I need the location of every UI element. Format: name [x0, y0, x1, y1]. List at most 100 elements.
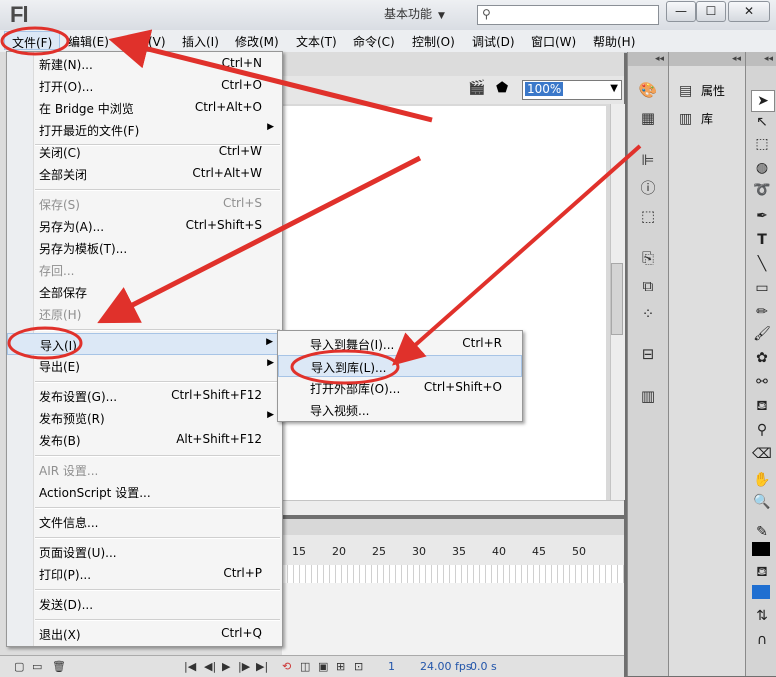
menu-debug[interactable]: 调试(D): [472, 33, 515, 50]
free-transform-tool-icon[interactable]: ⬚: [751, 134, 773, 154]
history-icon[interactable]: ⎘: [638, 248, 658, 268]
menu-control[interactable]: 控制(O): [412, 33, 455, 50]
menu-window[interactable]: 窗口(W): [531, 33, 576, 50]
close-button[interactable]: ✕: [728, 1, 770, 22]
menu-item-publish[interactable]: 发布(B) Alt+Shift+F12: [7, 429, 282, 451]
go-last-frame-icon[interactable]: ▶|: [256, 660, 268, 673]
workspace-switcher[interactable]: 基本功能 ▼: [384, 5, 460, 23]
menu-item-browse-bridge[interactable]: 在 Bridge 中浏览 Ctrl+Alt+O: [7, 97, 282, 119]
frame-rate[interactable]: 24.00 fps: [420, 660, 472, 673]
go-first-frame-icon[interactable]: |◀: [184, 660, 196, 673]
loop-icon[interactable]: ⟲: [282, 660, 291, 673]
eraser-tool-icon[interactable]: ⌫: [751, 444, 773, 464]
transform-icon[interactable]: ⬚: [638, 206, 658, 226]
menu-item-save-all[interactable]: 全部保存: [7, 281, 282, 303]
menu-item-save-as-template[interactable]: 另存为模板(T)...: [7, 237, 282, 259]
new-layer-icon[interactable]: ▢: [14, 660, 24, 673]
library-panel-tab[interactable]: ▥ 库: [679, 110, 713, 127]
submenu-item-import-to-stage[interactable]: 导入到舞台(I)... Ctrl+R: [278, 333, 522, 355]
menu-view[interactable]: 视图(V): [124, 33, 166, 50]
swap-colors-icon[interactable]: ⇅: [751, 606, 773, 626]
properties-panel-tab[interactable]: ▤ 属性: [679, 82, 725, 99]
maximize-button[interactable]: ☐: [696, 1, 726, 22]
step-forward-icon[interactable]: |▶: [238, 660, 250, 673]
onion-outline-icon[interactable]: ▣: [318, 660, 328, 673]
pen-tool-icon[interactable]: ✒: [751, 206, 773, 226]
menu-item-print[interactable]: 打印(P)... Ctrl+P: [7, 563, 282, 585]
zoom-tool-icon[interactable]: 🔍: [751, 492, 773, 512]
lasso-tool-icon[interactable]: ➰: [751, 180, 773, 200]
menu-item-open-recent[interactable]: 打开最近的文件(F) ▶: [7, 119, 282, 141]
edit-symbols-icon[interactable]: ⬟: [496, 80, 508, 96]
timeline-ruler[interactable]: 15 20 25 30 35 40 45 50: [282, 535, 624, 566]
deco-tool-icon[interactable]: ✿: [751, 348, 773, 368]
stroke-color-swatch[interactable]: [752, 542, 770, 556]
menu-item-export[interactable]: 导出(E) ▶: [7, 355, 282, 377]
menu-insert[interactable]: 插入(I): [182, 33, 219, 50]
3d-rotation-tool-icon[interactable]: ◍: [751, 158, 773, 178]
menu-item-new[interactable]: 新建(N)... Ctrl+N: [7, 53, 282, 75]
edit-multiple-icon[interactable]: ⊞: [336, 660, 345, 673]
search-input[interactable]: [498, 6, 652, 24]
menu-item-publish-preview[interactable]: 发布预览(R) ▶: [7, 407, 282, 429]
text-tool-icon[interactable]: T: [751, 230, 773, 250]
menu-item-page-setup[interactable]: 页面设置(U)...: [7, 541, 282, 563]
collapse-icon[interactable]: ◂◂: [628, 52, 668, 66]
collapse-icon[interactable]: ◂◂: [746, 52, 776, 66]
collapse-icon[interactable]: ◂◂: [669, 52, 745, 66]
submenu-item-import-to-library[interactable]: 导入到库(L)...: [278, 355, 522, 377]
hand-tool-icon[interactable]: ✋: [751, 470, 773, 490]
selection-tool-icon[interactable]: ➤: [751, 90, 775, 112]
zoom-select[interactable]: 100% ▼: [522, 80, 622, 100]
project-icon[interactable]: ⊟: [638, 344, 658, 364]
modify-markers-icon[interactable]: ⊡: [354, 660, 363, 673]
horizontal-scrollbar[interactable]: [282, 500, 624, 515]
fill-color-swatch[interactable]: [752, 585, 770, 599]
menu-item-send[interactable]: 发送(D)...: [7, 593, 282, 615]
menu-file-open[interactable]: 文件(F): [4, 31, 60, 50]
minimize-button[interactable]: —: [666, 1, 696, 22]
swatches-icon[interactable]: ▦: [638, 108, 658, 128]
stage[interactable]: [282, 106, 606, 500]
menu-help[interactable]: 帮助(H): [593, 33, 635, 50]
menu-item-close[interactable]: 关闭(C) Ctrl+W: [7, 141, 282, 163]
line-tool-icon[interactable]: ╲: [751, 254, 773, 274]
paint-bucket-tool-icon[interactable]: ⛾: [751, 396, 773, 416]
vertical-scroll-thumb[interactable]: [611, 263, 623, 335]
menu-item-close-all[interactable]: 全部关闭 Ctrl+Alt+W: [7, 163, 282, 185]
menu-item-open[interactable]: 打开(O)... Ctrl+O: [7, 75, 282, 97]
pencil-tool-icon[interactable]: ✏: [751, 302, 773, 322]
new-folder-icon[interactable]: ▭: [32, 660, 42, 673]
rectangle-tool-icon[interactable]: ▭: [751, 278, 773, 298]
submenu-item-open-external-library[interactable]: 打开外部库(O)... Ctrl+Shift+O: [278, 377, 522, 399]
snap-to-objects-icon[interactable]: ∩: [751, 630, 773, 650]
subselection-tool-icon[interactable]: ↖: [751, 112, 773, 132]
edit-scene-icon[interactable]: 🎬: [468, 80, 485, 96]
info-icon[interactable]: ⓘ: [638, 178, 658, 198]
library-icon[interactable]: ▥: [638, 386, 658, 406]
eyedropper-tool-icon[interactable]: ⚲: [751, 420, 773, 440]
motion-presets-icon[interactable]: ⁘: [638, 304, 658, 324]
brush-tool-icon[interactable]: 🖌: [751, 324, 773, 344]
menu-item-actionscript-settings[interactable]: ActionScript 设置...: [7, 481, 282, 503]
color-icon[interactable]: 🎨: [638, 80, 658, 100]
menu-edit[interactable]: 编辑(E): [68, 33, 109, 50]
play-icon[interactable]: ▶: [222, 660, 230, 673]
menu-commands[interactable]: 命令(C): [353, 33, 395, 50]
menu-item-file-info[interactable]: 文件信息...: [7, 511, 282, 533]
menu-item-publish-settings[interactable]: 发布设置(G)... Ctrl+Shift+F12: [7, 385, 282, 407]
delete-layer-icon[interactable]: 🗑: [52, 660, 66, 673]
menu-modify[interactable]: 修改(M): [235, 33, 279, 50]
bone-tool-icon[interactable]: ⚯: [751, 372, 773, 392]
menu-text[interactable]: 文本(T): [296, 33, 337, 50]
step-back-icon[interactable]: ◀|: [204, 660, 216, 673]
align-icon[interactable]: ⊫: [638, 150, 658, 170]
components-icon[interactable]: ⧉: [638, 276, 658, 296]
timeline-frames[interactable]: [282, 565, 624, 584]
onion-skin-icon[interactable]: ◫: [300, 660, 310, 673]
fill-color-icon[interactable]: ⛾: [751, 562, 773, 582]
help-search-box[interactable]: ⚲: [477, 5, 659, 25]
menu-item-save-as[interactable]: 另存为(A)... Ctrl+Shift+S: [7, 215, 282, 237]
submenu-item-import-video[interactable]: 导入视频...: [278, 399, 522, 421]
menu-item-exit[interactable]: 退出(X) Ctrl+Q: [7, 623, 282, 645]
